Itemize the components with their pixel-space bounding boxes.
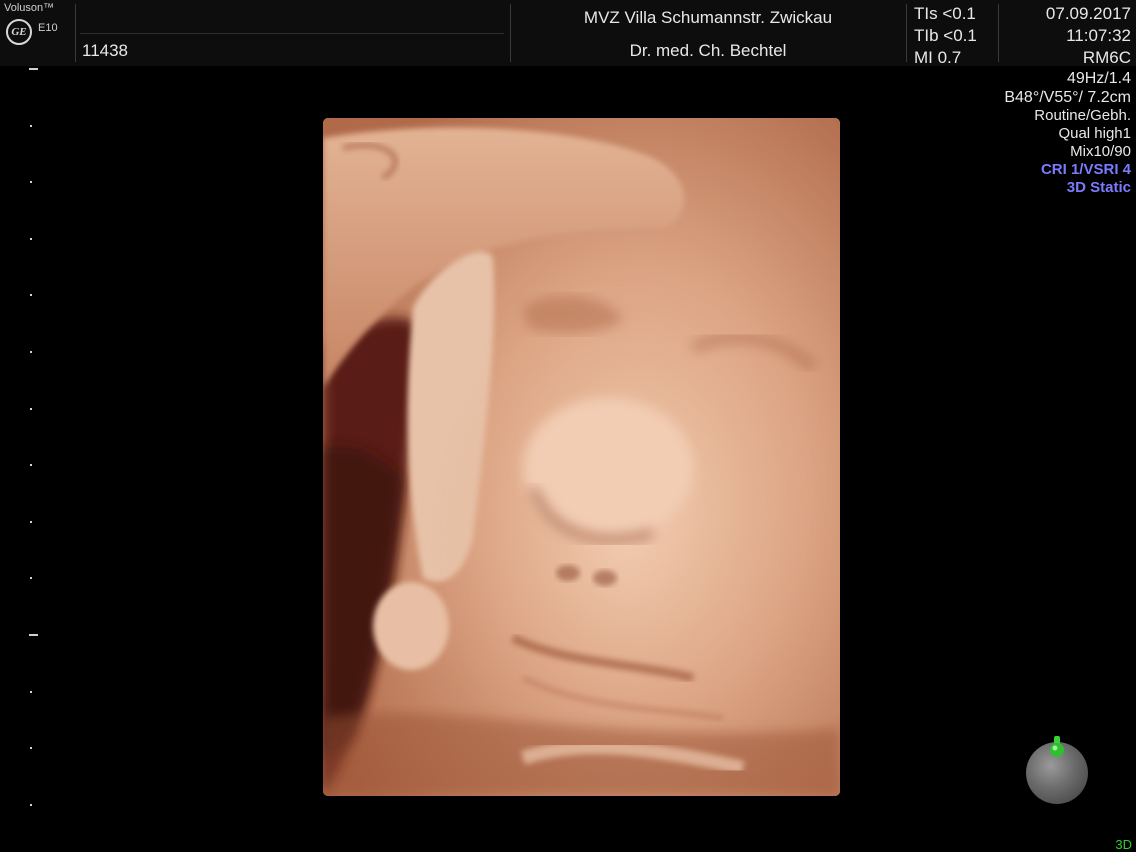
fetal-face-render	[323, 118, 840, 796]
exam-time: 11:07:32	[1066, 26, 1131, 45]
brand-name: Voluson™	[4, 2, 55, 14]
depth-tick	[30, 237, 32, 240]
render-mode: 3D Static	[1066, 179, 1131, 196]
depth-tick	[30, 577, 32, 580]
depth-tick	[30, 294, 32, 297]
ge-logo-icon: GE	[6, 19, 32, 45]
mode-indicator: 3D	[1115, 837, 1132, 852]
safety-indices: TIs <0.1 TIb <0.1 MI 0.7	[914, 3, 977, 69]
tib-value: TIb <0.1	[914, 26, 977, 45]
model-name: E10	[38, 22, 58, 34]
patient-id: 11438	[82, 41, 129, 60]
clinic-name: MVZ Villa Schumannstr. Zwickau	[583, 8, 833, 27]
mi-value: MI 0.7	[914, 48, 962, 67]
depth-tick	[30, 690, 32, 693]
divider	[80, 33, 504, 34]
date-time: 07.09.2017 11:07:32 RM6C	[1046, 3, 1131, 69]
header-bar: Voluson™ GE E10 11438 MVZ Villa Schumann…	[0, 0, 1136, 69]
depth-tick	[30, 747, 32, 750]
probe-name: RM6C	[1082, 48, 1131, 67]
depth-tick	[30, 351, 32, 353]
doctor-name: Dr. med. Ch. Bechtel	[629, 41, 787, 60]
preset: Routine/Gebh.	[1034, 107, 1131, 124]
depth-tick	[30, 181, 32, 184]
depth-tick	[30, 407, 32, 410]
depth-tick	[29, 68, 38, 70]
divider	[75, 4, 76, 62]
divider	[998, 4, 999, 62]
depth-tick	[30, 124, 32, 127]
divider	[510, 4, 511, 62]
orientation-marker-icon	[1050, 736, 1064, 757]
acquisition-params: 49Hz/1.4 B48°/V55°/ 7.2cm Routine/Gebh. …	[1004, 69, 1131, 197]
3d-render-viewport[interactable]	[323, 118, 840, 796]
exam-date: 07.09.2017	[1045, 4, 1131, 23]
depth-tick	[30, 520, 32, 523]
cri-setting: CRI 1/VSRI 4	[1040, 161, 1131, 178]
depth-tick	[30, 464, 32, 467]
divider	[906, 4, 907, 62]
brand-area: Voluson™ GE E10	[0, 0, 75, 66]
depth-tick	[29, 634, 38, 636]
frame-rate: 49Hz/1.4	[1066, 70, 1131, 87]
quality: Qual high1	[1058, 125, 1131, 142]
depth-scale	[0, 60, 60, 820]
mix-ratio: Mix10/90	[1070, 143, 1131, 160]
volume-angles: B48°/V55°/ 7.2cm	[1004, 89, 1131, 106]
depth-tick	[30, 803, 32, 806]
tis-value: TIs <0.1	[914, 4, 976, 23]
